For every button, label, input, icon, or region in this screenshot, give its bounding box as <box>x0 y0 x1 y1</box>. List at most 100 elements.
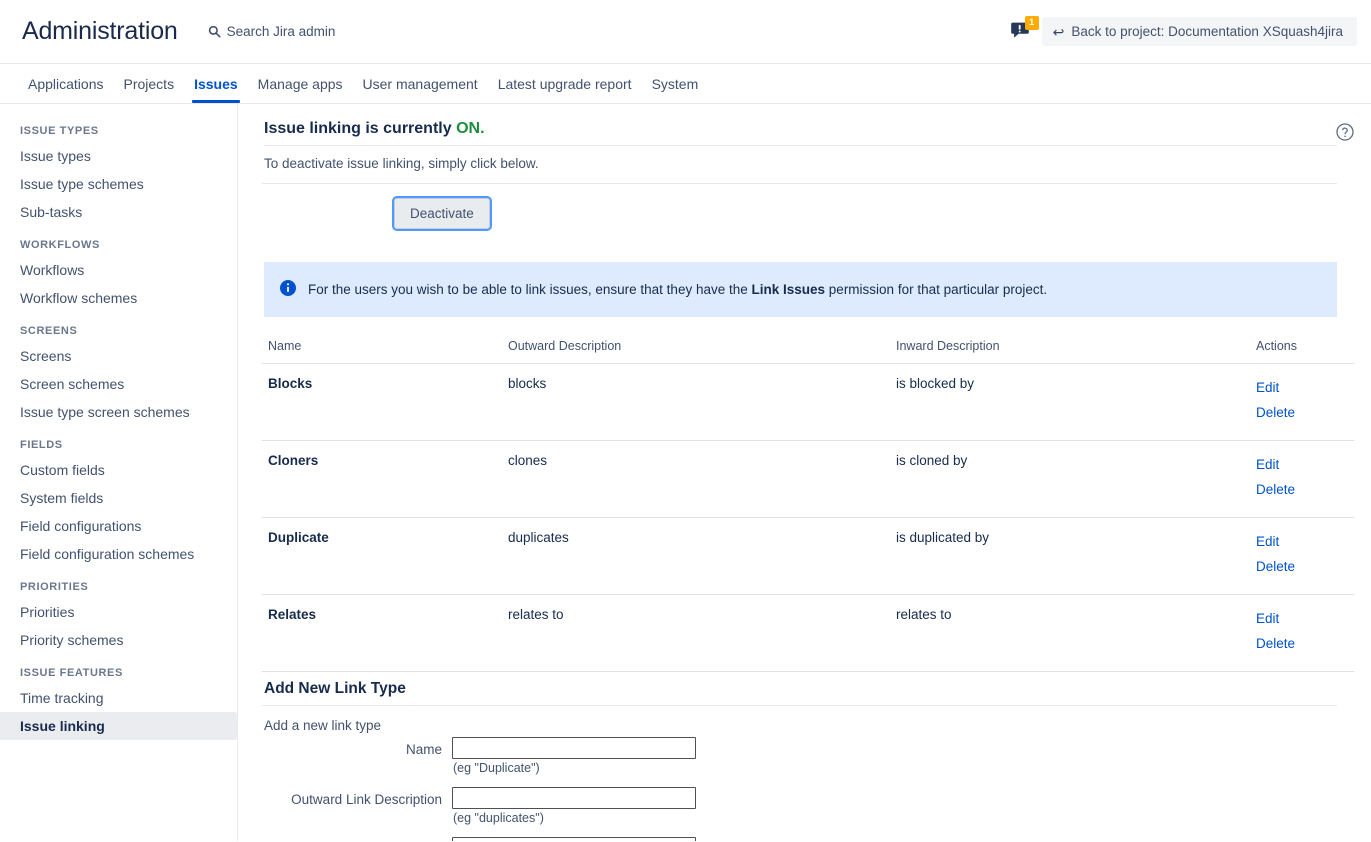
sidebar-item-workflow-schemes[interactable]: Workflow schemes <box>0 284 237 312</box>
sidebar-item-time-tracking[interactable]: Time tracking <box>0 684 237 712</box>
info-circle-icon <box>280 280 296 299</box>
edit-link[interactable]: Edit <box>1256 607 1348 632</box>
cell-outward: relates to <box>502 594 890 671</box>
sidebar-heading-fields: FIELDS <box>0 434 237 456</box>
delete-link[interactable]: Delete <box>1256 555 1348 580</box>
cell-inward: relates to <box>890 594 1250 671</box>
delete-link[interactable]: Delete <box>1256 632 1348 657</box>
cell-outward: blocks <box>502 364 890 441</box>
tab-projects[interactable]: Projects <box>114 64 185 103</box>
sidebar-item-issue-types[interactable]: Issue types <box>0 142 237 170</box>
status-badge: ON. <box>456 120 484 137</box>
page-title: Administration <box>22 19 178 44</box>
sidebar-item-priority-schemes[interactable]: Priority schemes <box>0 626 237 654</box>
sidebar-item-sub-tasks[interactable]: Sub-tasks <box>0 198 237 226</box>
notification-count-badge: 1 <box>1025 16 1039 30</box>
sidebar-group-priorities: PRIORITIES Priorities Priority schemes <box>0 576 237 654</box>
tab-manage-apps[interactable]: Manage apps <box>248 64 353 103</box>
sidebar-group-issue-features: ISSUE FEATURES Time tracking Issue linki… <box>0 662 237 740</box>
cell-name: Relates <box>262 594 502 671</box>
sidebar-item-workflows[interactable]: Workflows <box>0 256 237 284</box>
cell-outward: duplicates <box>502 517 890 594</box>
deactivate-button-row: Deactivate <box>262 184 1353 229</box>
info-banner: For the users you wish to be able to lin… <box>264 262 1337 317</box>
instruction-text: To deactivate issue linking, simply clic… <box>262 146 1337 184</box>
table-row: Duplicate duplicates is duplicated by Ed… <box>262 517 1354 594</box>
sidebar-group-issue-types: ISSUE TYPES Issue types Issue type schem… <box>0 120 237 226</box>
cell-outward: clones <box>502 440 890 517</box>
back-arrow-icon: ↩ <box>1053 25 1065 39</box>
sidebar-item-priorities[interactable]: Priorities <box>0 598 237 626</box>
sidebar-item-issue-linking[interactable]: Issue linking <box>0 712 237 740</box>
delete-link[interactable]: Delete <box>1256 478 1348 503</box>
sidebar-item-custom-fields[interactable]: Custom fields <box>0 456 237 484</box>
edit-link[interactable]: Edit <box>1256 453 1348 478</box>
cell-actions: Edit Delete <box>1250 364 1354 441</box>
admin-search-label: Search Jira admin <box>227 24 336 39</box>
tab-issues[interactable]: Issues <box>184 64 248 103</box>
top-bar-right: 1 ↩ Back to project: Documentation XSqua… <box>1009 17 1357 46</box>
column-header-inward: Inward Description <box>890 333 1250 364</box>
field-row-inward-description: Inward Link Description (eg "is duplicat… <box>262 837 1353 841</box>
sidebar-item-field-configuration-schemes[interactable]: Field configuration schemes <box>0 540 237 568</box>
table-row: Relates relates to relates to Edit Delet… <box>262 594 1354 671</box>
top-bar: Administration Search Jira admin 1 ↩ Bac… <box>0 0 1371 64</box>
admin-search[interactable]: Search Jira admin <box>208 24 336 39</box>
field-row-name: Name (eg "Duplicate") <box>262 737 1353 783</box>
add-link-type-heading: Add New Link Type <box>262 672 1337 706</box>
search-icon <box>208 25 221 38</box>
cell-name: Blocks <box>262 364 502 441</box>
sidebar-item-screens[interactable]: Screens <box>0 342 237 370</box>
cell-inward: is blocked by <box>890 364 1250 441</box>
table-header-row: Name Outward Description Inward Descript… <box>262 333 1354 364</box>
cell-actions: Edit Delete <box>1250 517 1354 594</box>
cell-inward: is cloned by <box>890 440 1250 517</box>
sidebar-group-fields: FIELDS Custom fields System fields Field… <box>0 434 237 568</box>
cell-actions: Edit Delete <box>1250 440 1354 517</box>
tab-user-management[interactable]: User management <box>353 64 488 103</box>
sidebar-item-issue-type-schemes[interactable]: Issue type schemes <box>0 170 237 198</box>
hint-outward-description: (eg "duplicates") <box>452 809 1353 833</box>
sidebar-item-system-fields[interactable]: System fields <box>0 484 237 512</box>
table-row: Cloners clones is cloned by Edit Delete <box>262 440 1354 517</box>
column-header-actions: Actions <box>1250 333 1354 364</box>
column-header-outward: Outward Description <box>502 333 890 364</box>
back-to-project-label: Back to project: Documentation XSquash4j… <box>1071 24 1343 39</box>
outward-description-input[interactable] <box>452 787 696 809</box>
notification-button[interactable]: 1 <box>1009 19 1033 45</box>
field-row-outward-description: Outward Link Description (eg "duplicates… <box>262 787 1353 833</box>
sidebar-item-issue-type-screen-schemes[interactable]: Issue type screen schemes <box>0 398 237 426</box>
tab-latest-upgrade-report[interactable]: Latest upgrade report <box>488 64 642 103</box>
tab-applications[interactable]: Applications <box>18 64 114 103</box>
info-banner-text: For the users you wish to be able to lin… <box>308 282 1047 297</box>
cell-actions: Edit Delete <box>1250 594 1354 671</box>
help-circle-icon[interactable] <box>1335 122 1355 142</box>
cell-name: Cloners <box>262 440 502 517</box>
sidebar-item-field-configurations[interactable]: Field configurations <box>0 512 237 540</box>
sidebar-heading-issue-types: ISSUE TYPES <box>0 120 237 142</box>
info-text-bold: Link Issues <box>752 282 826 297</box>
admin-nav-tabs: Applications Projects Issues Manage apps… <box>0 64 1371 104</box>
edit-link[interactable]: Edit <box>1256 530 1348 555</box>
deactivate-button[interactable]: Deactivate <box>394 198 490 229</box>
hint-name: (eg "Duplicate") <box>452 759 1353 783</box>
back-to-project-button[interactable]: ↩ Back to project: Documentation XSquash… <box>1042 17 1357 46</box>
edit-link[interactable]: Edit <box>1256 376 1348 401</box>
label-outward-description: Outward Link Description <box>262 787 452 807</box>
sidebar-item-screen-schemes[interactable]: Screen schemes <box>0 370 237 398</box>
table-row: Blocks blocks is blocked by Edit Delete <box>262 364 1354 441</box>
inward-description-input[interactable] <box>452 837 696 841</box>
sidebar-heading-workflows: WORKFLOWS <box>0 234 237 256</box>
delete-link[interactable]: Delete <box>1256 401 1348 426</box>
cell-name: Duplicate <box>262 517 502 594</box>
name-input[interactable] <box>452 737 696 759</box>
sidebar-group-screens: SCREENS Screens Screen schemes Issue typ… <box>0 320 237 426</box>
page-body: ISSUE TYPES Issue types Issue type schem… <box>0 104 1371 841</box>
cell-inward: is duplicated by <box>890 517 1250 594</box>
status-heading: Issue linking is currently ON. <box>264 120 1337 146</box>
tab-system[interactable]: System <box>642 64 709 103</box>
info-text-before: For the users you wish to be able to lin… <box>308 282 752 297</box>
link-types-table: Name Outward Description Inward Descript… <box>262 333 1354 672</box>
label-inward-description: Inward Link Description <box>262 837 452 841</box>
label-name: Name <box>262 737 452 757</box>
